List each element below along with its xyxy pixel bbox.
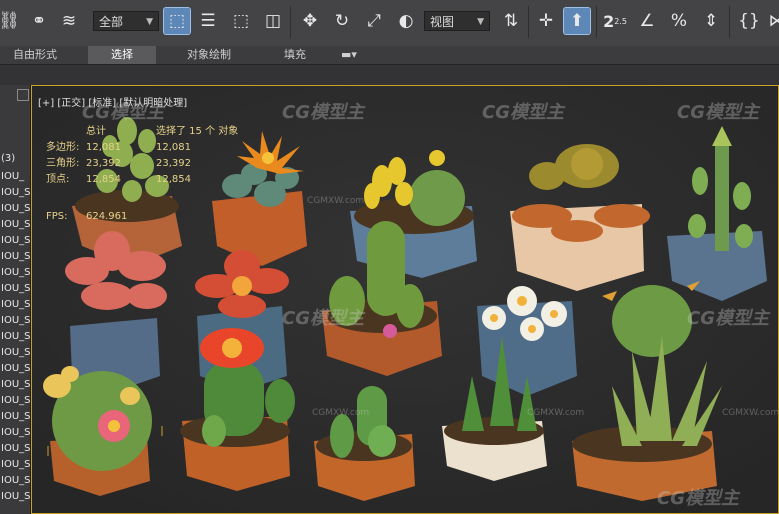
scene-explorer-item[interactable]: IOU_S [0, 249, 30, 265]
selection-filter-value: 全部 [99, 15, 124, 29]
rect-region-icon[interactable]: ⬚ [228, 8, 254, 34]
window-crossing-icon[interactable]: ◫ [260, 8, 286, 34]
ribbon-panel [0, 65, 779, 85]
watermark-logo: CG模型主 [82, 102, 164, 123]
scene-explorer-item[interactable]: IOU_S [0, 393, 30, 409]
watermark-logo: CG模型主 [677, 102, 759, 123]
scene-explorer-item[interactable]: IOU_S [0, 297, 30, 313]
snap-toggle-label: 2.5 [614, 16, 627, 26]
watermark-logo: CG模型主 [657, 488, 739, 509]
tab-freeform[interactable]: 自由形式 [0, 46, 70, 64]
toolbar-separator [290, 6, 291, 38]
stats-selected-label: 选择了 15 个 对象 [156, 126, 239, 137]
unlink-icon[interactable]: ⚭ [26, 8, 52, 34]
watermark-logo: CG模型主 [687, 308, 769, 329]
stats-vertices-selected: 12,854 [156, 174, 191, 185]
scene-explorer-item[interactable]: IOU_S [0, 441, 30, 457]
stats-polygons-selected: 12,081 [156, 142, 191, 153]
scene-explorer-item[interactable]: IOU_S [0, 457, 30, 473]
ribbon-options-icon[interactable]: ▬▾ [334, 46, 364, 64]
scene-explorer-item[interactable]: IOU_S [0, 265, 30, 281]
toolbar-separator [528, 6, 529, 38]
stats-total-label: 总计 [86, 126, 106, 137]
main-toolbar: ⛓ ⚭ ≋ 全部 ▼ ⬚ ☰ ⬚ ◫ ✥ ↻ ⤢ ◐ 视图 ▼ ⇅ ✛ ⬆ 2 2.5… [0, 0, 779, 47]
watermark-url: CGMXW.com [527, 408, 585, 418]
reference-coord-dropdown[interactable]: 视图 ▼ [424, 11, 490, 31]
select-object-icon[interactable]: ⬚ [163, 7, 191, 35]
stats-fps-label: FPS: [46, 211, 68, 222]
selection-lock-icon[interactable]: ◐ [393, 8, 419, 34]
move-icon[interactable]: ✥ [297, 8, 323, 34]
snap-toggle-icon[interactable]: 2 2.5 [602, 8, 628, 34]
stats-triangles-selected: 23,392 [156, 158, 191, 169]
toolbar-separator [729, 6, 730, 38]
perspective-viewport[interactable]: [+] [正交] [标准] [默认明暗处理] 总计 选择了 15 个 对象 多边… [31, 85, 779, 514]
toolbar-separator [596, 6, 597, 38]
chevron-down-icon: ▼ [146, 17, 153, 27]
chevron-down-icon: ▼ [477, 17, 484, 27]
scene-explorer-item[interactable]: IOU_S [0, 425, 30, 441]
scene-explorer: (3) IOU_ IOU_S IOU_S IOU_S IOU_S IOU_S IOU_S IO… [0, 85, 31, 514]
stats-triangles-total: 23,392 [86, 158, 121, 169]
percent-snap-icon[interactable]: % [666, 8, 692, 34]
spinner-snap-icon[interactable]: ⇕ [698, 8, 724, 34]
scene-explorer-item[interactable]: IOU_S [0, 489, 30, 505]
stats-vertices-label: 顶点: [46, 174, 70, 185]
filter-icon[interactable] [17, 89, 29, 101]
tab-selection[interactable]: 选择 [88, 46, 156, 64]
select-by-name-icon[interactable]: ☰ [195, 8, 221, 34]
watermark-logo: CG模型主 [482, 102, 564, 123]
stats-triangles-label: 三角形: [46, 158, 80, 169]
scene-explorer-item[interactable]: IOU_ [0, 169, 30, 185]
stats-polygons-total: 12,081 [86, 142, 121, 153]
link-icon[interactable]: ⛓ [0, 8, 22, 34]
keyboard-shortcut-override-icon[interactable]: ⬆ [563, 7, 591, 35]
mirror-icon[interactable]: ⋈ [764, 8, 779, 34]
scene-explorer-item[interactable]: IOU_S [0, 409, 30, 425]
scene-explorer-item[interactable]: IOU_S [0, 313, 30, 329]
scene-explorer-item[interactable]: IOU_S [0, 473, 30, 489]
scene-explorer-item[interactable]: IOU_S [0, 345, 30, 361]
reference-coord-value: 视图 [430, 15, 455, 29]
stats-vertices-total: 12,854 [86, 174, 121, 185]
stats-fps-value: 624.961 [86, 211, 128, 222]
select-manipulate-icon[interactable]: ✛ [533, 8, 559, 34]
watermark-logo: CG模型主 [282, 308, 364, 329]
scene-explorer-item[interactable]: IOU_S [0, 233, 30, 249]
watermark-url: CGMXW.com [312, 408, 370, 418]
named-selection-icon[interactable]: {} [736, 8, 762, 34]
bind-spacewarp-icon[interactable]: ≋ [56, 8, 82, 34]
scene-explorer-item[interactable]: IOU_S [0, 185, 30, 201]
plant-pot-11[interactable] [43, 366, 152, 496]
scene-explorer-item[interactable]: IOU_S [0, 217, 30, 233]
watermark-url: CGMXW.com [722, 408, 779, 418]
scene-render [32, 86, 778, 513]
scene-explorer-item[interactable]: IOU_S [0, 201, 30, 217]
ribbon-tabs: 自由形式 选择 对象绘制 填充 ▬▾ [0, 46, 779, 65]
rotate-icon[interactable]: ↻ [329, 8, 355, 34]
scene-explorer-header: (3) [1, 153, 16, 164]
scene-explorer-toolbar [0, 89, 30, 103]
angle-snap-icon[interactable]: ∠ [634, 8, 660, 34]
tab-object-paint[interactable]: 对象绘制 [176, 46, 242, 64]
selection-filter-dropdown[interactable]: 全部 ▼ [93, 11, 159, 31]
watermark-logo: CG模型主 [282, 102, 364, 123]
pivot-icon[interactable]: ⇅ [498, 8, 524, 34]
stats-polygons-label: 多边形: [46, 142, 80, 153]
scene-explorer-item[interactable]: IOU_S [0, 329, 30, 345]
tab-populate[interactable]: 填充 [275, 46, 315, 64]
scene-explorer-item[interactable]: IOU_S [0, 361, 30, 377]
scale-icon[interactable]: ⤢ [361, 8, 387, 34]
watermark-url: CGMXW.com [307, 196, 365, 206]
scene-explorer-item[interactable]: IOU_S [0, 377, 30, 393]
scene-explorer-item[interactable]: IOU_S [0, 281, 30, 297]
